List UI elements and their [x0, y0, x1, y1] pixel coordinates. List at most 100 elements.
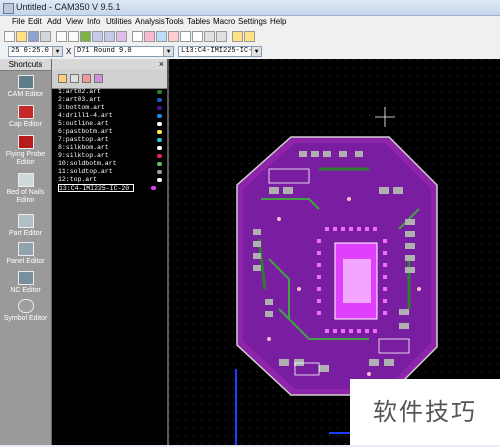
layer-open-icon[interactable]	[58, 74, 67, 83]
menu-tables[interactable]: Tables	[187, 17, 210, 26]
layer-row[interactable]: 3:bottom.art	[58, 104, 166, 112]
layer-copy-icon[interactable]	[70, 74, 79, 83]
shortcut-label: NC Editor	[10, 287, 41, 294]
layer-color-swatch	[157, 178, 162, 182]
menu-analysis[interactable]: Analysis	[135, 17, 165, 26]
settings-toolbar: 25 0:25.0 ▼ X D71 Round 9.0 ▼ L13:C4-IMI…	[0, 45, 500, 60]
part-editor-icon	[17, 214, 34, 228]
layer-panel-toolbar	[52, 70, 167, 89]
menu-macro[interactable]: Macro	[213, 17, 235, 26]
flying-probe-icon	[17, 135, 34, 149]
layer-row[interactable]: 2:art03.art	[58, 96, 166, 104]
symbol-editor-icon	[17, 299, 34, 313]
shortcuts-bar: Shortcuts CAM Editor Cap Editor Flying P…	[0, 59, 52, 445]
dcode-value: D71 Round 9.0	[77, 47, 132, 55]
save-icon[interactable]	[28, 31, 39, 42]
aperture-table-icon[interactable]	[156, 31, 167, 42]
menu-help[interactable]: Help	[270, 17, 286, 26]
color-table-icon[interactable]	[168, 31, 179, 42]
shortcut-symbol-editor[interactable]: Symbol Editor	[0, 299, 51, 323]
menu-settings[interactable]: Settings	[238, 17, 267, 26]
menu-view[interactable]: View	[66, 17, 83, 26]
grid-icon[interactable]	[132, 31, 143, 42]
menu-add[interactable]: Add	[47, 17, 61, 26]
main-toolbar	[0, 29, 500, 46]
shortcut-nc-editor[interactable]: NC Editor	[0, 271, 51, 295]
layer-row[interactable]: 6:pastbotm.art	[58, 128, 166, 136]
layer-color-swatch	[157, 114, 162, 118]
zoom-in-icon[interactable]	[92, 31, 103, 42]
chevron-down-icon: ▼	[52, 47, 62, 56]
bed-of-nails-icon	[17, 173, 34, 187]
menu-tools[interactable]: Tools	[165, 17, 184, 26]
layer-color-swatch	[157, 130, 162, 134]
layer-combo-value: L13:C4-IMI225-IC-20	[181, 47, 261, 55]
help-icon[interactable]	[244, 31, 255, 42]
layer-delete-icon[interactable]	[82, 74, 91, 83]
layer-color-swatch	[157, 162, 162, 166]
highlight-icon[interactable]	[232, 31, 243, 42]
title-bar: Untitled - CAM350 V 9.5.1	[0, 0, 500, 16]
panel-editor-icon	[17, 242, 34, 256]
layer-color-swatch	[157, 170, 162, 174]
layer-row[interactable]: 9:silktop.art	[58, 152, 166, 160]
shortcut-label: Bed of Nails Editor	[6, 189, 45, 204]
layer-color-swatch	[151, 186, 156, 190]
shortcut-label: Part Editor	[8, 230, 43, 237]
shortcut-label: Panel Editor	[6, 258, 45, 265]
dcode-combo[interactable]: D71 Round 9.0 ▼	[74, 46, 174, 57]
cam-editor-icon	[17, 75, 34, 89]
shortcuts-header: Shortcuts	[0, 59, 51, 71]
layer-row[interactable]: 7:pasttop.art	[58, 136, 166, 144]
cap-editor-icon	[17, 105, 34, 119]
undo-icon[interactable]	[56, 31, 67, 42]
pcb-canvas[interactable]: 软件技巧	[167, 59, 500, 445]
layer-row[interactable]: 11:soldtop.art	[58, 168, 166, 176]
measure-icon[interactable]	[204, 31, 215, 42]
zoom-window-icon[interactable]	[116, 31, 127, 42]
zoom-out-icon[interactable]	[104, 31, 115, 42]
shortcut-cap-editor[interactable]: Cap Editor	[0, 105, 51, 129]
shortcut-label: CAM Editor	[7, 91, 44, 98]
layer-color-icon[interactable]	[94, 74, 103, 83]
layer-row[interactable]: 5:outline.art	[58, 120, 166, 128]
layer-table-icon[interactable]	[144, 31, 155, 42]
new-icon[interactable]	[4, 31, 15, 42]
layer-row[interactable]: 1:art02.art	[58, 88, 166, 96]
menu-file[interactable]: File	[12, 17, 25, 26]
menu-info[interactable]: Info	[87, 17, 100, 26]
shortcut-part-editor[interactable]: Part Editor	[0, 214, 51, 238]
close-icon[interactable]: ×	[159, 59, 164, 69]
layer-row[interactable]: 4:drill1-4.art	[58, 112, 166, 120]
ortho-icon[interactable]	[192, 31, 203, 42]
layer-row-selected[interactable]: 13:C4-IMI225-IC-20	[58, 184, 134, 192]
nc-editor-icon	[17, 271, 34, 285]
menu-bar: File Edit Add View Info Utilities Analys…	[0, 16, 500, 30]
redo-icon[interactable]	[68, 31, 79, 42]
layer-color-swatch	[157, 154, 162, 158]
shortcut-bed-of-nails[interactable]: Bed of Nails Editor	[0, 173, 51, 205]
grid-value: 25 0:25.0	[11, 47, 49, 55]
layer-row[interactable]: 8:silkbom.art	[58, 144, 166, 152]
layer-color-swatch	[157, 122, 162, 126]
layer-color-swatch	[157, 138, 162, 142]
query-icon[interactable]	[216, 31, 227, 42]
layer-color-swatch	[157, 106, 162, 110]
open-icon[interactable]	[16, 31, 27, 42]
grid-combo[interactable]: 25 0:25.0 ▼	[8, 46, 63, 57]
layer-combo[interactable]: L13:C4-IMI225-IC-20 ▼	[178, 46, 262, 57]
watermark: 软件技巧	[350, 379, 500, 445]
print-icon[interactable]	[40, 31, 51, 42]
x-marker: X	[66, 47, 72, 56]
menu-edit[interactable]: Edit	[28, 17, 42, 26]
shortcut-label: Cap Editor	[8, 121, 43, 128]
layer-row[interactable]: 10:soldbotm.art	[58, 160, 166, 168]
snap-icon[interactable]	[180, 31, 191, 42]
shortcut-label: Symbol Editor	[3, 315, 48, 322]
shortcut-flying-probe[interactable]: Flying Probe Editor	[0, 135, 51, 167]
shortcut-cam-editor[interactable]: CAM Editor	[0, 75, 51, 99]
layer-row[interactable]: 12:top.art	[58, 176, 166, 184]
refresh-icon[interactable]	[80, 31, 91, 42]
shortcut-panel-editor[interactable]: Panel Editor	[0, 242, 51, 266]
menu-utilities[interactable]: Utilities	[106, 17, 132, 26]
